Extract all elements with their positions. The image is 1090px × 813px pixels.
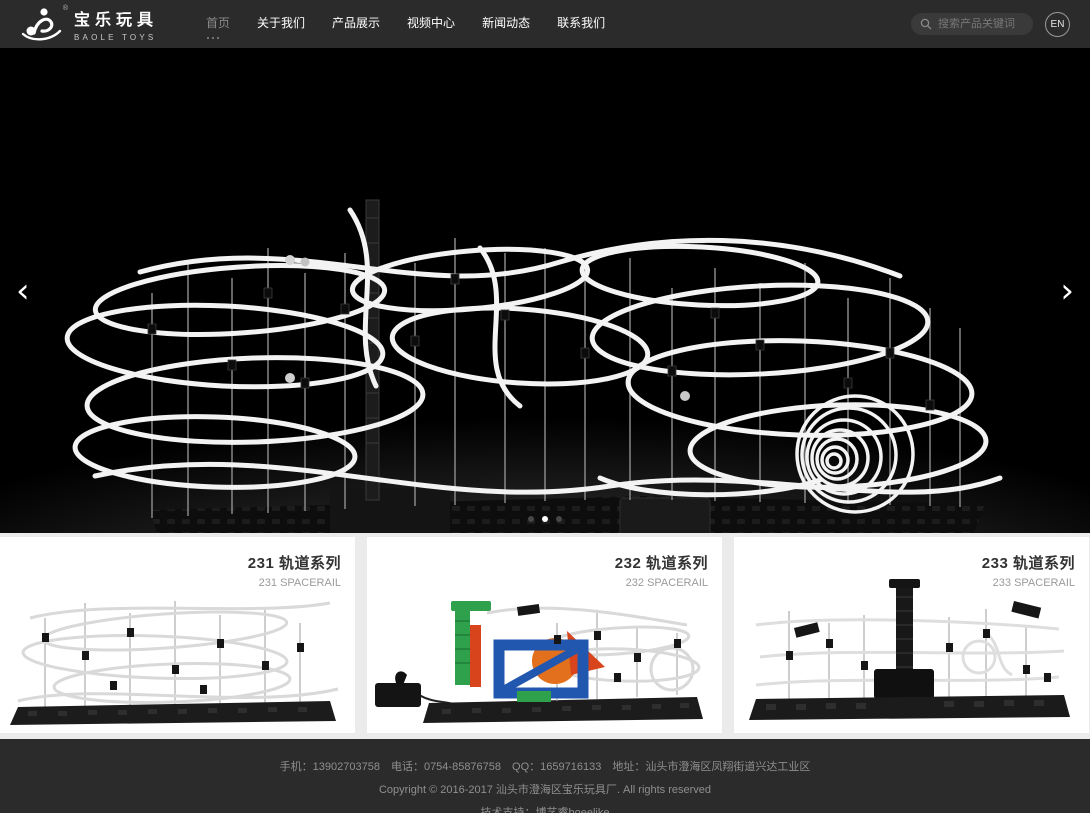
product-title: 232 轨道系列 xyxy=(615,552,708,573)
nav-item-label: 产品展示 xyxy=(332,16,380,30)
nav-item-label: 新闻动态 xyxy=(482,16,530,30)
product-card-title-block: 232 轨道系列 232 SPACERAIL xyxy=(615,552,708,589)
active-nav-indicator-dots xyxy=(207,37,219,39)
main-nav: 首页 关于我们 产品展示 视频中心 新闻动态 联系我们 xyxy=(206,10,605,39)
product-card-title-block: 231 轨道系列 231 SPACERAIL xyxy=(248,552,341,589)
brand-name: 宝乐玩具 BAOLE TOYS xyxy=(74,6,158,42)
site-header: ® 宝乐玩具 BAOLE TOYS 首页 关于我们 产品展示 视频中心 新闻动态… xyxy=(0,0,1090,48)
nav-item-videos[interactable]: 视频中心 xyxy=(407,10,455,39)
registered-trademark-mark: ® xyxy=(63,5,68,12)
carousel-prev-button[interactable]: ‹ xyxy=(8,270,38,312)
footer-credit-line[interactable]: 技术支持：博艺睿boeelike xyxy=(0,804,1090,813)
carousel-dot-2[interactable] xyxy=(542,516,548,522)
product-series-section: 231 轨道系列 231 SPACERAIL xyxy=(0,533,1090,739)
carousel-dots xyxy=(528,516,562,522)
product-image-233 xyxy=(734,573,1089,731)
nav-item-about[interactable]: 关于我们 xyxy=(257,10,305,39)
hero-slide-image xyxy=(0,48,1090,533)
product-card-233[interactable]: 233 轨道系列 233 SPACERAIL xyxy=(734,537,1089,733)
nav-item-contact[interactable]: 联系我们 xyxy=(557,10,605,39)
carousel-next-button[interactable]: › xyxy=(1052,270,1082,312)
carousel-dot-3[interactable] xyxy=(556,516,562,522)
nav-item-home[interactable]: 首页 xyxy=(206,10,230,39)
nav-item-label: 关于我们 xyxy=(257,16,305,30)
nav-item-label: 联系我们 xyxy=(557,16,605,30)
baole-figure-logo-icon: ® xyxy=(20,5,64,43)
product-image-232 xyxy=(367,573,722,731)
product-subtitle: 232 SPACERAIL xyxy=(615,577,708,589)
product-title: 231 轨道系列 xyxy=(248,552,341,573)
product-card-title-block: 233 轨道系列 233 SPACERAIL xyxy=(982,552,1075,589)
nav-item-news[interactable]: 新闻动态 xyxy=(482,10,530,39)
search-icon xyxy=(920,18,932,30)
brand-name-cn: 宝乐玩具 xyxy=(74,6,158,30)
nav-item-label: 视频中心 xyxy=(407,16,455,30)
product-title: 233 轨道系列 xyxy=(982,552,1075,573)
site-footer: 手机：13902703758 电话：0754-85876758 QQ：16597… xyxy=(0,739,1090,813)
search-box[interactable] xyxy=(911,13,1033,35)
footer-contact-line: 手机：13902703758 电话：0754-85876758 QQ：16597… xyxy=(0,758,1090,774)
product-subtitle: 233 SPACERAIL xyxy=(982,577,1075,589)
nav-item-products[interactable]: 产品展示 xyxy=(332,10,380,39)
language-toggle-button[interactable]: EN xyxy=(1045,12,1070,37)
brand-name-en: BAOLE TOYS xyxy=(74,33,158,42)
footer-copyright-line: Copyright © 2016-2017 汕头市澄海区宝乐玩具厂. All r… xyxy=(0,781,1090,797)
carousel-dot-1[interactable] xyxy=(528,516,534,522)
brand-logo[interactable]: ® 宝乐玩具 BAOLE TOYS xyxy=(20,5,192,43)
nav-item-label: 首页 xyxy=(206,16,230,30)
product-card-231[interactable]: 231 轨道系列 231 SPACERAIL xyxy=(0,537,355,733)
product-image-231 xyxy=(0,573,355,731)
search-input[interactable] xyxy=(938,18,1024,30)
header-right-tools: EN xyxy=(911,12,1070,37)
hero-carousel: ‹ › xyxy=(0,48,1090,533)
product-subtitle: 231 SPACERAIL xyxy=(248,577,341,589)
product-card-232[interactable]: 232 轨道系列 232 SPACERAIL xyxy=(367,537,722,733)
